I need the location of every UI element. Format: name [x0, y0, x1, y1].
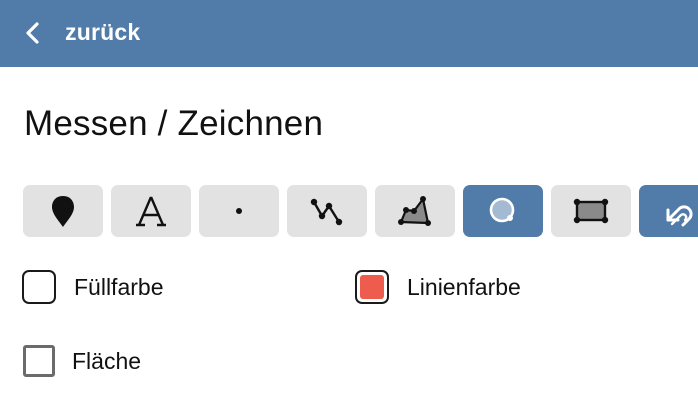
area-option[interactable]: Fläche	[23, 344, 141, 378]
polyline-icon	[310, 198, 343, 226]
fill-color-label: Füllfarbe	[74, 273, 164, 300]
tool-polygon-button[interactable]	[375, 185, 455, 237]
line-color-swatch[interactable]	[355, 270, 389, 304]
tool-marker-button[interactable]	[23, 185, 103, 237]
rotate-icon	[666, 205, 693, 227]
circle-icon	[489, 197, 515, 223]
tool-circle-button[interactable]	[463, 185, 543, 237]
measure-draw-panel: zurück Messen / Zeichnen Füllfarbe Linie…	[0, 0, 698, 400]
color-options: Füllfarbe Linienfarbe	[22, 267, 698, 307]
tool-line-button[interactable]	[287, 185, 367, 237]
line-color-value	[360, 275, 384, 299]
point-icon	[236, 208, 242, 214]
tool-rectangle-button[interactable]	[551, 185, 631, 237]
area-checkbox[interactable]	[23, 345, 55, 377]
area-label: Fläche	[72, 347, 142, 374]
text-icon	[136, 196, 166, 227]
line-color-label: Linienfarbe	[407, 273, 521, 300]
map-pin-icon	[52, 196, 74, 227]
chevron-left-icon[interactable]	[24, 21, 42, 45]
page-title: Messen / Zeichnen	[24, 104, 324, 143]
rectangle-icon	[573, 198, 609, 224]
back-bar[interactable]: zurück	[0, 0, 698, 67]
tool-rotate-button[interactable]	[639, 185, 698, 237]
tool-point-button[interactable]	[199, 185, 279, 237]
fill-color-picker[interactable]: Füllfarbe	[22, 267, 163, 307]
back-label[interactable]: zurück	[65, 19, 140, 46]
tool-text-button[interactable]	[111, 185, 191, 237]
fill-color-swatch[interactable]	[22, 270, 56, 304]
drawing-toolbar	[23, 185, 698, 237]
fill-color-value	[27, 275, 51, 299]
line-color-picker[interactable]: Linienfarbe	[355, 267, 521, 307]
polygon-icon	[398, 196, 431, 226]
